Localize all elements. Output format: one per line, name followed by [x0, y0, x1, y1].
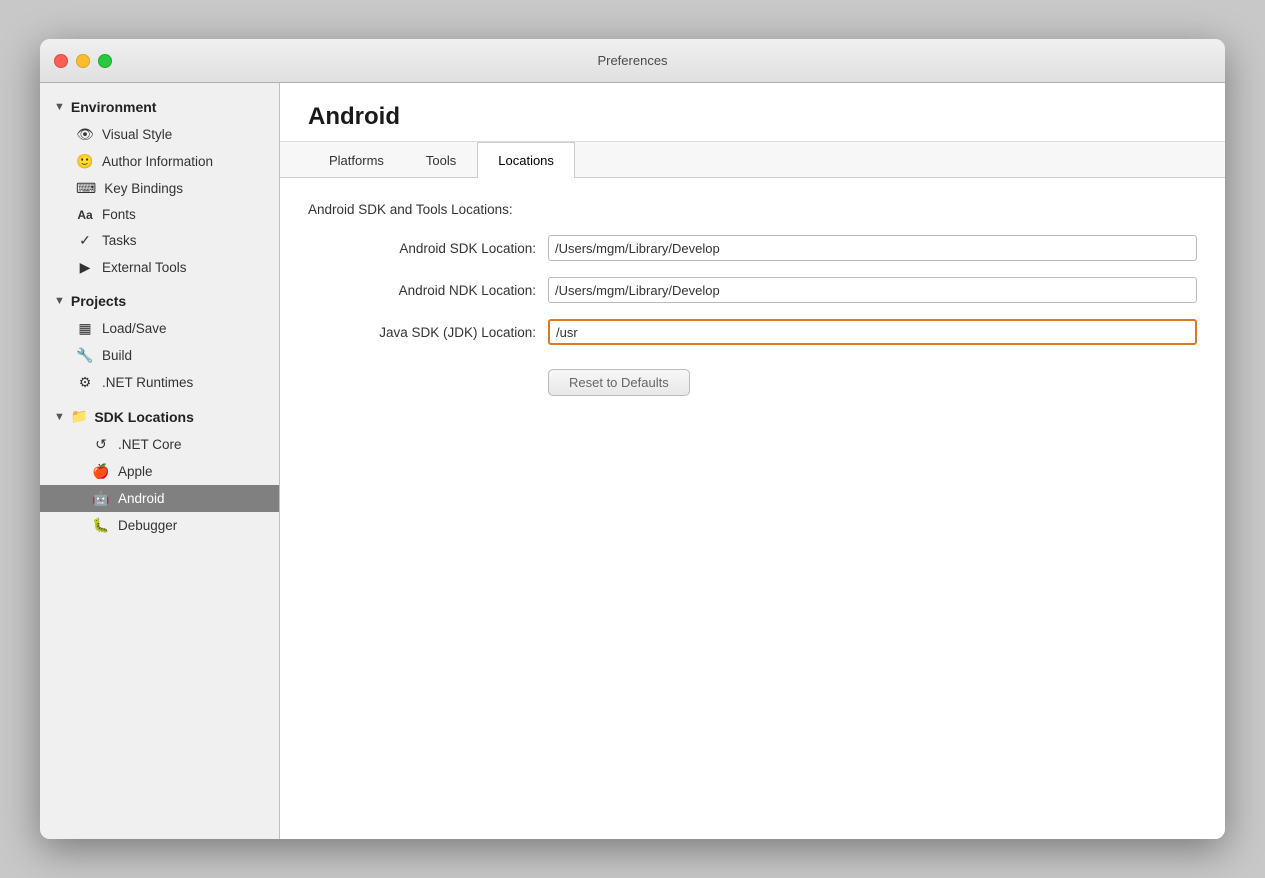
reset-to-defaults-button[interactable]: Reset to Defaults: [548, 369, 690, 396]
titlebar: Preferences: [40, 39, 1225, 83]
java-sdk-row: Java SDK (JDK) Location:: [308, 319, 1197, 345]
sidebar-item-label: Debugger: [118, 518, 177, 533]
sidebar-item-label: External Tools: [102, 260, 187, 275]
sidebar-item-label: .NET Core: [118, 437, 182, 452]
sidebar-item-label: Tasks: [102, 233, 137, 248]
java-sdk-label: Java SDK (JDK) Location:: [308, 325, 548, 340]
sidebar-item-label: Android: [118, 491, 165, 506]
arrow-icon: ▼: [54, 101, 65, 113]
android-sdk-input[interactable]: [548, 235, 1197, 261]
android-icon: 🤖: [92, 490, 110, 507]
android-ndk-label: Android NDK Location:: [308, 283, 548, 298]
debugger-icon: 🐛: [92, 517, 110, 534]
sidebar-section-sdk[interactable]: ▼ 📁 SDK Locations: [40, 402, 279, 431]
content-header: Android: [280, 83, 1225, 142]
preferences-window: Preferences ▼ Environment 👁 Visual Style…: [40, 39, 1225, 839]
sidebar-item-android[interactable]: 🤖 Android: [40, 485, 279, 512]
checkmark-icon: ✓: [76, 232, 94, 249]
eye-icon: 👁: [76, 126, 94, 143]
sidebar-item-debugger[interactable]: 🐛 Debugger: [40, 512, 279, 539]
sidebar-item-apple[interactable]: 🍎 Apple: [40, 458, 279, 485]
android-ndk-input[interactable]: [548, 277, 1197, 303]
sidebar-item-load-save[interactable]: ▦ Load/Save: [40, 315, 279, 342]
sidebar: ▼ Environment 👁 Visual Style 🙂 Author In…: [40, 83, 280, 839]
folder-icon: 📁: [71, 408, 88, 425]
tab-locations[interactable]: Locations: [477, 142, 575, 178]
sidebar-item-visual-style[interactable]: 👁 Visual Style: [40, 121, 279, 148]
dotnet-icon: ↺: [92, 436, 110, 453]
content-body: Android SDK and Tools Locations: Android…: [280, 178, 1225, 839]
sidebar-item-label: Visual Style: [102, 127, 172, 142]
sidebar-item-net-runtimes[interactable]: ⚙ .NET Runtimes: [40, 369, 279, 396]
sidebar-item-net-core[interactable]: ↺ .NET Core: [40, 431, 279, 458]
arrow-icon: ▼: [54, 411, 65, 423]
smiley-icon: 🙂: [76, 153, 94, 170]
tabs-row: Platforms Tools Locations: [280, 142, 1225, 178]
environment-label: Environment: [71, 99, 157, 115]
sidebar-item-label: Author Information: [102, 154, 213, 169]
tab-tools[interactable]: Tools: [405, 142, 477, 178]
sidebar-section-projects[interactable]: ▼ Projects: [40, 287, 279, 315]
minimize-button[interactable]: [76, 54, 90, 68]
arrow-icon: ▼: [54, 295, 65, 307]
android-sdk-label: Android SDK Location:: [308, 241, 548, 256]
sidebar-item-key-bindings[interactable]: ⌨ Key Bindings: [40, 175, 279, 202]
sidebar-item-label: Key Bindings: [104, 181, 183, 196]
sidebar-item-label: Apple: [118, 464, 153, 479]
java-sdk-input[interactable]: [548, 319, 1197, 345]
section-description: Android SDK and Tools Locations:: [308, 202, 1197, 217]
projects-label: Projects: [71, 293, 126, 309]
tab-platforms[interactable]: Platforms: [308, 142, 405, 178]
sidebar-item-external-tools[interactable]: ▶ External Tools: [40, 254, 279, 281]
traffic-lights: [54, 54, 112, 68]
apple-icon: 🍎: [92, 463, 110, 480]
sidebar-section-environment[interactable]: ▼ Environment: [40, 93, 279, 121]
window-title: Preferences: [597, 53, 667, 68]
sidebar-item-build[interactable]: 🔧 Build: [40, 342, 279, 369]
fonts-icon: Aa: [76, 208, 94, 222]
gear-icon: ⚙: [76, 374, 94, 391]
sdk-label: SDK Locations: [94, 409, 194, 425]
android-sdk-row: Android SDK Location:: [308, 235, 1197, 261]
wrench-icon: 🔧: [76, 347, 94, 364]
sidebar-item-tasks[interactable]: ✓ Tasks: [40, 227, 279, 254]
content-panel: Android Platforms Tools Locations Androi…: [280, 83, 1225, 839]
sidebar-item-label: Fonts: [102, 207, 136, 222]
load-save-icon: ▦: [76, 320, 94, 337]
close-button[interactable]: [54, 54, 68, 68]
sidebar-item-label: .NET Runtimes: [102, 375, 193, 390]
keyboard-icon: ⌨: [76, 180, 96, 197]
page-title: Android: [308, 103, 1197, 131]
sidebar-item-fonts[interactable]: Aa Fonts: [40, 202, 279, 227]
sidebar-item-author-information[interactable]: 🙂 Author Information: [40, 148, 279, 175]
sidebar-item-label: Load/Save: [102, 321, 167, 336]
maximize-button[interactable]: [98, 54, 112, 68]
main-content: ▼ Environment 👁 Visual Style 🙂 Author In…: [40, 83, 1225, 839]
android-ndk-row: Android NDK Location:: [308, 277, 1197, 303]
sidebar-item-label: Build: [102, 348, 132, 363]
terminal-icon: ▶: [76, 259, 94, 276]
